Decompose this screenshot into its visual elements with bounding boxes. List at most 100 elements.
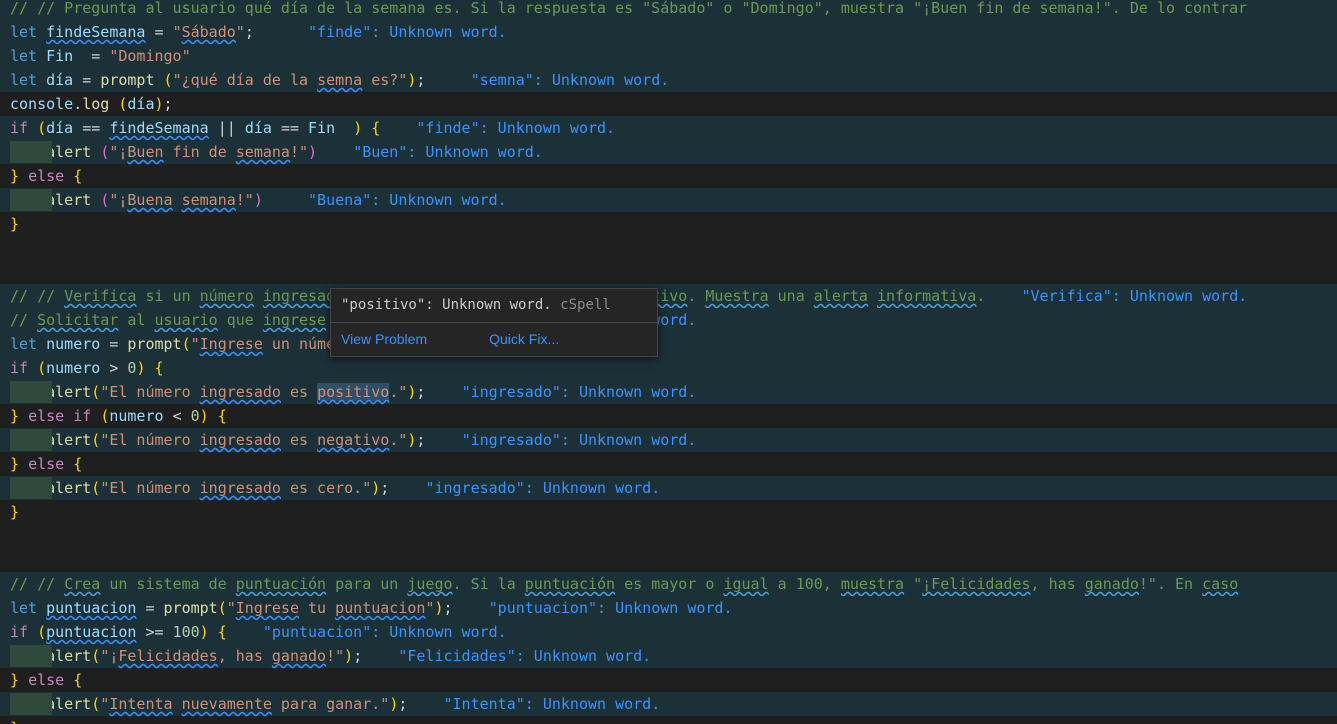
code-line[interactable]: if (día == findeSemana || día == Fin ) {…	[0, 116, 1337, 140]
code-line-blank[interactable]	[0, 548, 1337, 572]
code-line[interactable]: } else {	[0, 452, 1337, 476]
identifier: Fin	[46, 47, 74, 65]
keyword-let: let	[10, 599, 38, 617]
paren: (	[100, 191, 110, 209]
operator: >=	[145, 623, 164, 641]
function-call: alert	[46, 479, 92, 497]
brace: {	[154, 359, 164, 377]
semicolon: ;	[398, 695, 408, 713]
code-line[interactable]: alert("El número ingresado es positivo."…	[0, 380, 1337, 404]
view-problem-link[interactable]: View Problem	[341, 331, 427, 347]
identifier: findeSemana	[109, 119, 209, 137]
identifier: numero	[109, 407, 164, 425]
string-literal: "Sábado"	[172, 23, 245, 41]
code-line-blank[interactable]	[0, 524, 1337, 548]
code-line[interactable]: alert("El número ingresado es negativo."…	[0, 428, 1337, 452]
code-line[interactable]: let findeSemana = "Sábado"; "finde": Unk…	[0, 20, 1337, 44]
inline-diagnostic: "semna": Unknown word.	[470, 71, 670, 89]
number-literal: 100	[172, 623, 200, 641]
code-line[interactable]: alert("Intenta nuevamente para ganar.");…	[0, 692, 1337, 716]
paren: (	[163, 71, 173, 89]
keyword-else: else	[28, 455, 65, 473]
code-line[interactable]: // // Crea un sistema de puntuación para…	[0, 572, 1337, 596]
operator: =	[109, 335, 119, 353]
code-line[interactable]: let día = prompt ("¿qué día de la semna …	[0, 68, 1337, 92]
dot: .	[73, 95, 83, 113]
semicolon: ;	[416, 71, 426, 89]
identifier: puntuacion	[46, 623, 137, 641]
function-call: prompt	[127, 335, 182, 353]
cspell-hover-tooltip[interactable]: "positivo": Unknown word. cSpell View Pr…	[330, 288, 658, 357]
code-line-blank[interactable]	[0, 260, 1337, 284]
function-call: alert	[46, 431, 92, 449]
inline-diagnostic: "ingresado": Unknown word.	[461, 431, 697, 449]
function-call: alert	[46, 143, 92, 161]
paren: )	[308, 143, 318, 161]
paren: )	[199, 623, 209, 641]
code-line[interactable]: alert("El número ingresado es cero."); "…	[0, 476, 1337, 500]
paren: (	[100, 407, 110, 425]
paren: )	[344, 647, 354, 665]
keyword-if: if	[10, 119, 29, 137]
code-line[interactable]: if (puntuacion >= 100) { "puntuacion": U…	[0, 620, 1337, 644]
identifier: numero	[46, 335, 101, 353]
inline-diagnostic: "Buena": Unknown word.	[308, 191, 507, 209]
code-line[interactable]: // // Verifica si un número ingresado po…	[0, 284, 1337, 308]
code-line[interactable]: let numero = prompt("Ingrese un número")…	[0, 332, 1337, 356]
inline-diagnostic: "ingresado": Unknown word.	[425, 479, 661, 497]
identifier: findeSemana	[46, 23, 146, 41]
identifier: día	[46, 119, 74, 137]
operator: ==	[82, 119, 101, 137]
string-literal: "Intenta nuevamente para ganar."	[100, 695, 390, 713]
paren: )	[389, 695, 399, 713]
keyword-else: else	[28, 407, 65, 425]
paren: (	[100, 143, 110, 161]
code-line[interactable]: // Solicitar al usuario que ingrese un n…	[0, 308, 1337, 332]
occurrence-highlight	[10, 645, 52, 667]
operator: =	[91, 47, 101, 65]
brace: }	[10, 503, 20, 521]
code-line[interactable]: } else {	[0, 164, 1337, 188]
function-call: alert	[46, 647, 92, 665]
code-line[interactable]: } else {	[0, 668, 1337, 692]
paren: )	[353, 119, 363, 137]
code-line[interactable]: let puntuacion = prompt("Ingrese tu punt…	[0, 596, 1337, 620]
code-line-blank[interactable]	[0, 236, 1337, 260]
code-line[interactable]: }	[0, 500, 1337, 524]
comment-text: // // Crea un sistema de puntuación para…	[10, 575, 1239, 593]
string-literal: "El número ingresado es negativo."	[100, 431, 408, 449]
code-line[interactable]: alert ("¡Buen fin de semana!") "Buen": U…	[0, 140, 1337, 164]
paren: (	[37, 359, 47, 377]
code-line[interactable]: console.log (día);	[0, 92, 1337, 116]
keyword-let: let	[10, 47, 38, 65]
keyword-let: let	[10, 71, 38, 89]
inline-diagnostic: "finde": Unknown word.	[308, 23, 507, 41]
inline-diagnostic: "finde": Unknown word.	[416, 119, 616, 137]
paren: (	[37, 623, 47, 641]
brace: {	[73, 671, 83, 689]
code-line[interactable]: if (numero > 0) {	[0, 356, 1337, 380]
quick-fix-link[interactable]: Quick Fix...	[489, 331, 559, 347]
code-line[interactable]: }	[0, 212, 1337, 236]
paren: (	[217, 599, 227, 617]
code-line[interactable]: alert("¡Felicidades, has ganado!"); "Fel…	[0, 644, 1337, 668]
brace: {	[371, 119, 381, 137]
code-line[interactable]: alert ("¡Buena semana!") "Buena": Unknow…	[0, 188, 1337, 212]
number-literal: 0	[190, 407, 200, 425]
function-call: alert	[46, 383, 92, 401]
inline-diagnostic: "puntuacion": Unknown word.	[488, 599, 733, 617]
code-line[interactable]: } else if (numero < 0) {	[0, 404, 1337, 428]
code-line[interactable]: }	[0, 716, 1337, 724]
code-line[interactable]: // // Pregunta al usuario qué día de la …	[0, 0, 1337, 20]
brace: {	[217, 407, 227, 425]
occurrence-highlight	[10, 429, 52, 451]
brace: }	[10, 167, 20, 185]
occurrence-highlight	[10, 477, 52, 499]
code-line[interactable]: let Fin = "Domingo"	[0, 44, 1337, 68]
keyword-else: else	[28, 167, 65, 185]
brace: }	[10, 671, 20, 689]
keyword-else: else	[28, 671, 65, 689]
code-editor[interactable]: // // Pregunta al usuario qué día de la …	[0, 0, 1337, 724]
method-log: log	[82, 95, 110, 113]
semicolon: ;	[380, 479, 390, 497]
